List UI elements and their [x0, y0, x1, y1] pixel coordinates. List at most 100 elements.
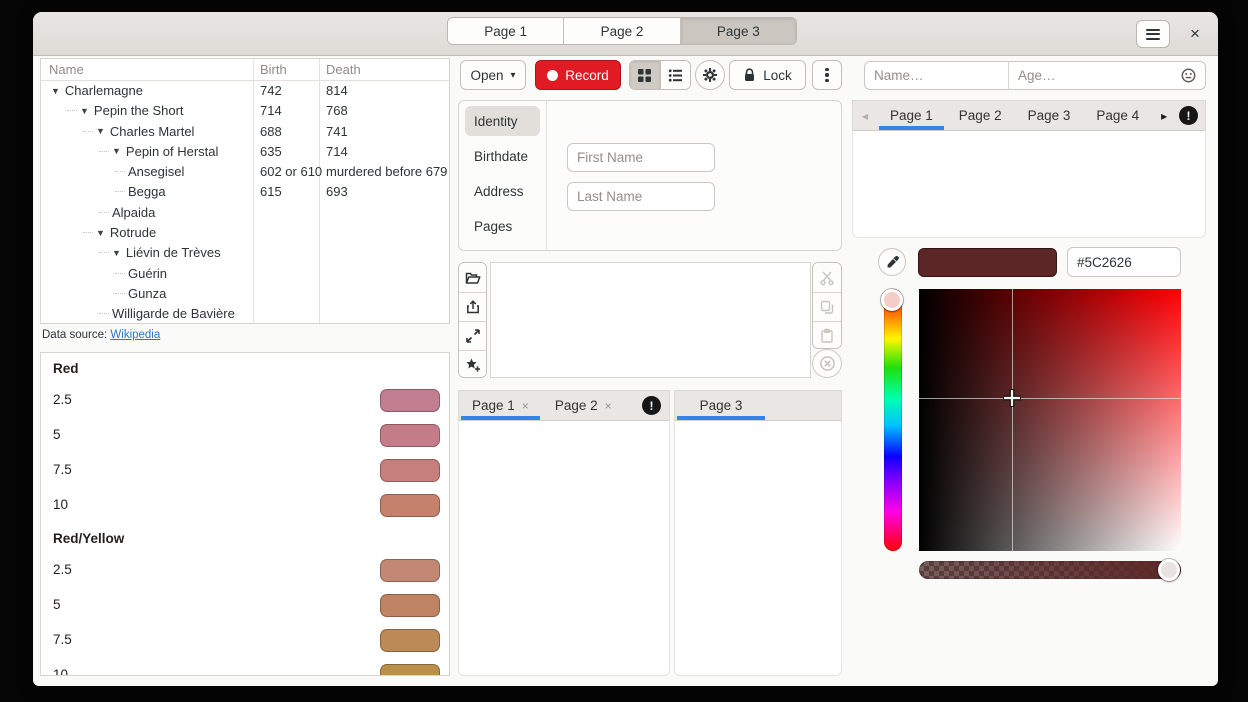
- close-button[interactable]: ×: [1179, 20, 1211, 48]
- fullscreen-button[interactable]: [459, 321, 486, 350]
- tab-overflow-warning-icon[interactable]: !: [1179, 106, 1198, 125]
- record-icon: [547, 70, 558, 81]
- emoji-picker-icon[interactable]: [1181, 68, 1196, 83]
- column-header-name[interactable]: Name: [49, 62, 84, 77]
- list-view-button[interactable]: [660, 61, 691, 89]
- scale-row[interactable]: 2.5: [41, 383, 449, 418]
- tree-row[interactable]: ▼Charlemagne742814: [41, 81, 449, 101]
- alpha-slider[interactable]: [919, 561, 1181, 579]
- genealogy-treeview[interactable]: Name Birth Death ▼Charlemagne742814▼Pepi…: [40, 58, 450, 324]
- first-name-field[interactable]: First Name: [567, 143, 715, 172]
- column-header-birth[interactable]: Birth: [260, 62, 287, 77]
- expander-arrow-icon[interactable]: ▼: [80, 106, 89, 116]
- saturation-value-plane[interactable]: [919, 289, 1181, 551]
- tree-row[interactable]: Ansegisel602 or 610murdered before 679: [41, 162, 449, 182]
- expander-arrow-icon[interactable]: ▼: [96, 126, 105, 136]
- age-input[interactable]: Age…: [1009, 62, 1205, 89]
- sidebar-item-address[interactable]: Address: [465, 176, 540, 206]
- alpha-slider-handle[interactable]: [1158, 559, 1180, 581]
- tab-page1[interactable]: Page 1 ×: [459, 391, 542, 420]
- tree-row[interactable]: Gunza: [41, 284, 449, 304]
- tree-row[interactable]: Guérin: [41, 264, 449, 284]
- tree-row[interactable]: Alpaida: [41, 203, 449, 223]
- sv-cursor-crosshair[interactable]: [1001, 387, 1023, 409]
- tree-cell-name: Gunza: [128, 286, 166, 301]
- tabs-scroll-right-icon[interactable]: ▸: [1152, 101, 1176, 130]
- tree-row[interactable]: Willigarde de Bavière: [41, 304, 449, 323]
- more-options-button[interactable]: [812, 60, 842, 90]
- share-button[interactable]: [459, 292, 486, 321]
- record-button[interactable]: Record: [535, 60, 621, 90]
- tab-close-icon[interactable]: ×: [605, 399, 612, 413]
- lock-button[interactable]: Lock: [729, 60, 806, 90]
- text-editor-area[interactable]: [490, 262, 811, 378]
- share-export-icon: [465, 299, 481, 315]
- menu-button[interactable]: [1136, 20, 1170, 48]
- scale-color-swatch: [380, 559, 440, 582]
- tree-row[interactable]: ▼Pepin the Short714768: [41, 101, 449, 121]
- tab-page3[interactable]: Page 3: [1015, 101, 1084, 130]
- tab-close-icon[interactable]: ×: [522, 399, 529, 413]
- wikipedia-link[interactable]: Wikipedia: [110, 329, 160, 341]
- new-favorite-button[interactable]: [459, 350, 486, 378]
- titlebar-tab-page3[interactable]: Page 3: [681, 18, 796, 44]
- scale-row[interactable]: 10: [41, 488, 449, 523]
- tab-page3[interactable]: Page 3: [675, 391, 767, 420]
- tabs-scroll-left-icon[interactable]: ◂: [853, 101, 877, 130]
- sidebar-item-pages[interactable]: Pages: [465, 211, 540, 241]
- editor-left-toolbar: [458, 262, 487, 378]
- grid-view-button[interactable]: [630, 61, 660, 89]
- clear-button[interactable]: [812, 349, 842, 378]
- expander-arrow-icon[interactable]: ▼: [112, 248, 121, 258]
- tab-overflow-warning-icon[interactable]: !: [642, 396, 661, 415]
- tree-row[interactable]: ▼Liévin de Trèves: [41, 243, 449, 263]
- current-color-swatch[interactable]: [918, 248, 1057, 277]
- expander-arrow-icon[interactable]: ▼: [51, 86, 60, 96]
- hue-slider[interactable]: [884, 289, 902, 551]
- notebook-page-content[interactable]: [458, 421, 670, 676]
- hue-slider-handle[interactable]: [881, 289, 903, 311]
- sidebar-item-identity[interactable]: Identity: [465, 106, 540, 136]
- expander-arrow-icon[interactable]: ▼: [96, 228, 105, 238]
- last-name-field[interactable]: Last Name: [567, 182, 715, 211]
- titlebar-tab-page1[interactable]: Page 1: [448, 18, 564, 44]
- scale-row[interactable]: 10: [41, 658, 449, 676]
- open-button[interactable]: Open ▾: [460, 60, 526, 90]
- scale-row[interactable]: 2.5: [41, 553, 449, 588]
- tree-cell-birth: 714: [260, 103, 282, 118]
- titlebar[interactable]: Page 1 Page 2 Page 3 ×: [33, 12, 1218, 56]
- scale-row[interactable]: 7.5: [41, 453, 449, 488]
- color-scales-list[interactable]: Red2.557.510Red/Yellow2.557.510: [40, 352, 450, 676]
- notebook-page-content[interactable]: [674, 421, 842, 676]
- open-file-button[interactable]: [459, 263, 486, 292]
- settings-button[interactable]: [695, 60, 725, 90]
- sidebar-item-birthdate[interactable]: Birthdate: [465, 141, 540, 171]
- paste-button[interactable]: [813, 321, 841, 349]
- first-name-placeholder: First Name: [577, 150, 643, 165]
- scale-row[interactable]: 7.5: [41, 623, 449, 658]
- lock-icon: [743, 68, 756, 82]
- titlebar-tab-page2[interactable]: Page 2: [564, 18, 680, 44]
- alpha-gradient-overlay: [919, 561, 1181, 579]
- scale-row[interactable]: 5: [41, 588, 449, 623]
- tab-page1[interactable]: Page 1: [877, 101, 946, 130]
- hex-color-input[interactable]: #5C2626: [1067, 247, 1181, 277]
- eyedropper-button[interactable]: [878, 248, 906, 276]
- tab-page4[interactable]: Page 4: [1083, 101, 1152, 130]
- name-input[interactable]: Name…: [865, 62, 1009, 89]
- column-header-death[interactable]: Death: [326, 62, 361, 77]
- scale-color-swatch: [380, 594, 440, 617]
- notebook-page-content[interactable]: [852, 131, 1206, 238]
- tree-row[interactable]: ▼Rotrude: [41, 223, 449, 243]
- tree-row[interactable]: ▼Charles Martel688741: [41, 122, 449, 142]
- tab-page2[interactable]: Page 2 ×: [542, 391, 625, 420]
- cut-button[interactable]: [813, 263, 841, 292]
- tree-row[interactable]: ▼Pepin of Herstal635714: [41, 142, 449, 162]
- scale-row[interactable]: 5: [41, 418, 449, 453]
- tab-page2[interactable]: Page 2: [946, 101, 1015, 130]
- expander-arrow-icon[interactable]: ▼: [112, 146, 121, 156]
- tree-row[interactable]: Begga615693: [41, 182, 449, 202]
- copy-button[interactable]: [813, 292, 841, 321]
- tree-cell-name: Ansegisel: [128, 164, 184, 179]
- eyedropper-icon: [885, 255, 900, 270]
